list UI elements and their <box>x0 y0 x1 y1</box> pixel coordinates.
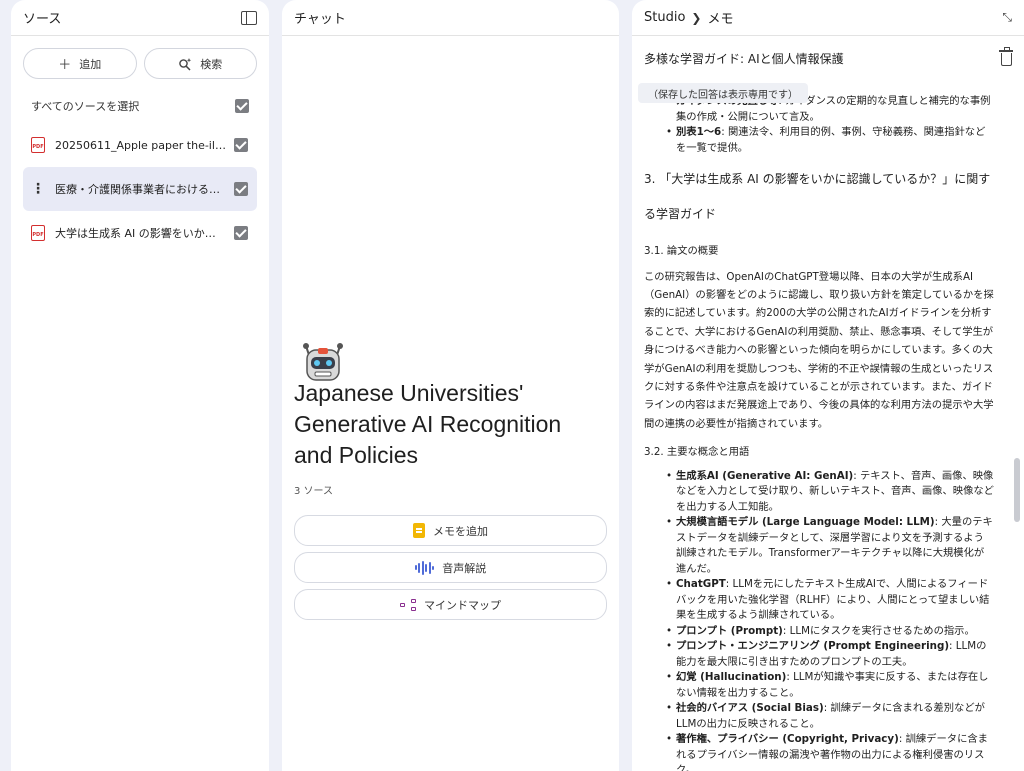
mind-map-button[interactable]: マインドマップ <box>294 589 607 620</box>
select-all-checkbox[interactable] <box>235 99 249 113</box>
concept-item: 社会的バイアス (Social Bias): 訓練データに含まれる差別などがLL… <box>666 701 994 732</box>
mind-map-icon <box>400 598 416 611</box>
audio-wave-icon <box>414 560 435 575</box>
concepts-heading: 3.2. 主要な概念と用語 <box>644 446 750 459</box>
more-vert-icon[interactable]: ⋮ <box>31 182 45 196</box>
concept-item: 生成系AI (Generative AI: GenAI): テキスト、音声、画像… <box>666 469 994 516</box>
overview-heading: 3.1. 論文の概要 <box>644 245 719 257</box>
note-bullet: 別表1〜6: 関連法令、利用目的例、事例、守秘義務、関連指針などを一覧で提供。 <box>666 125 994 156</box>
audio-overview-button[interactable]: 音声解説 <box>294 552 607 583</box>
concept-item: 著作権、プライバシー (Copyright, Privacy): 訓練データに含… <box>666 732 994 771</box>
chevron-right-icon: ❯ <box>691 10 702 25</box>
audio-overview-label: 音声解説 <box>442 561 487 575</box>
concept-item: 大規模言語モデル (Large Language Model: LLM): 大量… <box>666 515 994 577</box>
source-checkbox[interactable] <box>234 182 248 196</box>
chat-title: チャット <box>294 12 346 27</box>
pdf-icon: PDF <box>31 137 45 153</box>
source-title: 大学は生成系 AI の影響をいかに認識しているか <box>55 227 226 240</box>
search-sparkle-icon <box>179 57 192 71</box>
memo-icon <box>413 523 425 538</box>
overview-paragraph: この研究報告は、OpenAIのChatGPT登場以降、日本の大学が生成系AI（G… <box>644 270 994 430</box>
note-content: ガイダンスの見直し等: ガイダンスの定期的な見直しと補完的な事例集の作成・公開に… <box>632 94 1006 771</box>
readonly-badge: （保存した回答は表示専用です） <box>638 83 808 103</box>
source-item[interactable]: ⋮ 医療・介護関係事業者における個人情報の適切な取扱いのためのガイダンス <box>23 167 257 211</box>
source-title: 医療・介護関係事業者における個人情報の適切な取扱いのためのガイダンス <box>55 183 226 196</box>
add-source-label: 追加 <box>79 57 102 71</box>
sources-panel: ソース ＋ 追加 検索 すべてのソースを選択 PDF 20250611_Appl… <box>11 0 269 771</box>
notebook-title: Japanese Universities' Generative AI Rec… <box>294 380 562 468</box>
source-count: 3 ソース <box>294 486 334 497</box>
chat-panel: チャット Japanese Universities' Generative A… <box>282 0 619 771</box>
breadcrumb-memo: メモ <box>707 12 734 27</box>
source-title: 20250611_Apple paper the-illusion-of-thi… <box>55 138 226 152</box>
breadcrumb: Studio ❯ メモ <box>644 8 733 27</box>
source-checkbox[interactable] <box>234 138 248 152</box>
add-memo-button[interactable]: メモを追加 <box>294 515 607 546</box>
collapse-sidebar-icon[interactable] <box>241 10 257 25</box>
concept-item: プロンプト・エンジニアリング (Prompt Engineering): LLM… <box>666 639 994 670</box>
studio-panel: Studio ❯ メモ ⤡ 多様な学習ガイド: AIと個人情報保護 （保存した回… <box>632 0 1024 771</box>
source-item[interactable]: PDF 大学は生成系 AI の影響をいかに認識しているか <box>23 211 257 255</box>
scrollbar-thumb[interactable] <box>1014 458 1020 522</box>
pdf-icon: PDF <box>31 225 45 241</box>
delete-icon[interactable] <box>999 47 1013 66</box>
concept-item: 幻覚 (Hallucination): LLMが知識や事実に反する、または存在し… <box>666 670 994 701</box>
collapse-icon[interactable]: ⤡ <box>1002 10 1012 25</box>
select-all-label: すべてのソースを選択 <box>31 100 140 113</box>
source-checkbox[interactable] <box>234 226 248 240</box>
studio-header: Studio ❯ メモ ⤡ <box>632 0 1024 36</box>
plus-icon: ＋ <box>58 58 72 73</box>
concept-item: プロンプト (Prompt): LLMにタスクを実行させるための指示。 <box>666 624 994 640</box>
discover-sources-label: 検索 <box>200 57 223 71</box>
chat-header: チャット <box>282 0 619 36</box>
discover-sources-button[interactable]: 検索 <box>143 48 257 79</box>
mind-map-label: マインドマップ <box>424 598 501 612</box>
add-memo-label: メモを追加 <box>433 524 488 538</box>
add-source-button[interactable]: ＋ 追加 <box>23 48 137 79</box>
section-heading: 3. 「大学は生成系 AI の影響をいかに認識しているか？」に関する学習ガイド <box>644 172 991 221</box>
note-title: 多様な学習ガイド: AIと個人情報保護 <box>644 51 844 66</box>
sources-header: ソース <box>11 0 269 36</box>
note-header: 多様な学習ガイド: AIと個人情報保護 <box>632 38 1024 78</box>
select-all-row[interactable]: すべてのソースを選択 <box>11 93 269 119</box>
sources-title: ソース <box>23 12 62 27</box>
concept-item: ChatGPT: LLMを元にしたテキスト生成AIで、人間によるフィードバックを… <box>666 577 994 624</box>
source-item[interactable]: PDF 20250611_Apple paper the-illusion-of… <box>23 123 257 167</box>
breadcrumb-studio[interactable]: Studio <box>644 10 685 25</box>
